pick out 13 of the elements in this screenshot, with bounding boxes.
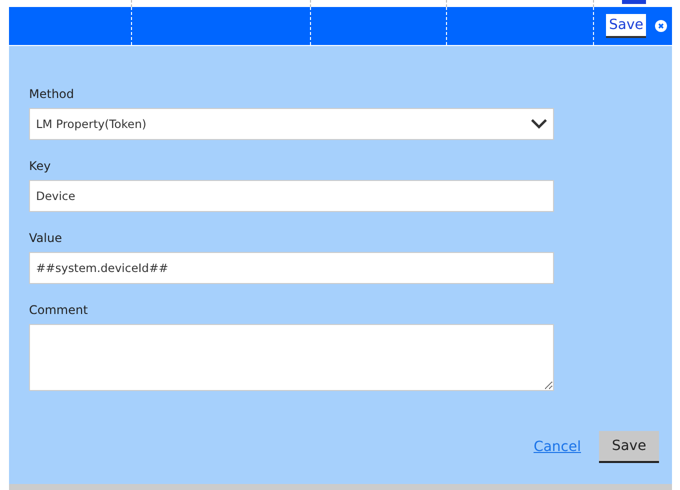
chevron-icon	[531, 119, 547, 129]
field-label: Key	[29, 159, 52, 173]
comment-field[interactable]	[29, 324, 554, 391]
input-field[interactable]: Device	[29, 180, 554, 212]
field-label: Comment	[29, 303, 89, 317]
tab-edge	[622, 0, 646, 4]
method-select[interactable]: LM Property(Token)	[29, 108, 554, 140]
header-save-button[interactable]: Save	[606, 14, 646, 38]
input-field[interactable]: ##system.deviceId##	[29, 252, 554, 284]
close-icon[interactable]	[655, 20, 668, 32]
field-label: Value	[29, 231, 63, 245]
field-label: Method	[29, 87, 76, 101]
save-button[interactable]: Save	[599, 431, 659, 463]
